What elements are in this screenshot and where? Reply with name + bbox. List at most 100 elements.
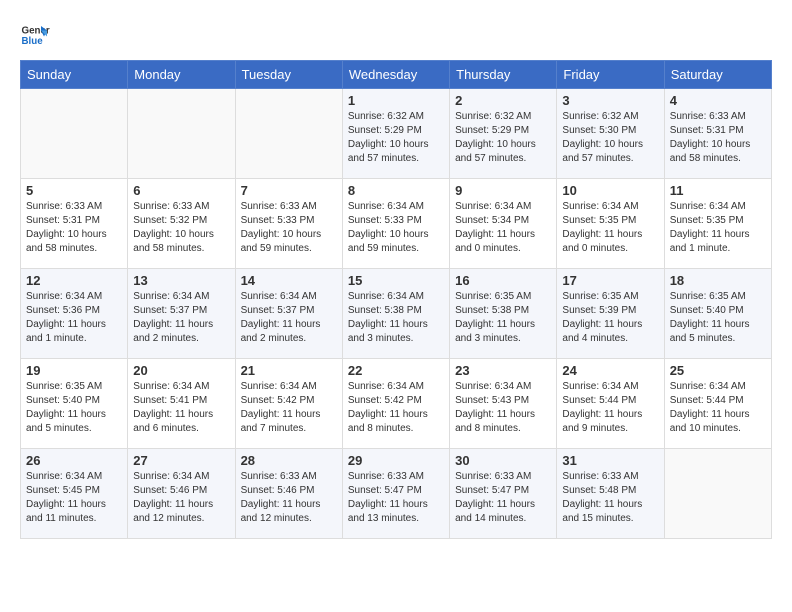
calendar-cell: 21 Sunrise: 6:34 AMSunset: 5:42 PMDayligh… (235, 359, 342, 449)
calendar-cell: 13Sunrise: 6:34 AMSunset: 5:37 PMDayligh… (128, 269, 235, 359)
cell-content: Sunrise: 6:34 AMSunset: 5:46 PMDaylight:… (133, 470, 229, 526)
day-number: 27 (133, 453, 229, 468)
cell-content: Sunrise: 6:34 AMSunset: 5:44 PMDaylight:… (670, 380, 766, 436)
day-number: 18 (670, 273, 766, 288)
day-number: 9 (455, 183, 551, 198)
calendar-cell: 6 Sunrise: 6:33 AMSunset: 5:32 PMDaylight… (128, 179, 235, 269)
day-number: 5 (26, 183, 122, 198)
day-number: 12 (26, 273, 122, 288)
header-sunday: Sunday (21, 61, 128, 89)
day-number: 3 (562, 93, 658, 108)
header-monday: Monday (128, 61, 235, 89)
day-number: 6 (133, 183, 229, 198)
header-friday: Friday (557, 61, 664, 89)
calendar-cell: 11Sunrise: 6:34 AMSunset: 5:35 PMDayligh… (664, 179, 771, 269)
header-thursday: Thursday (450, 61, 557, 89)
calendar-cell: 4 Sunrise: 6:33 AMSunset: 5:31 PMDaylight… (664, 89, 771, 179)
calendar-cell: 31 Sunrise: 6:33 AMSunset: 5:48 PMDayligh… (557, 449, 664, 539)
cell-content: Sunrise: 6:33 AMSunset: 5:32 PMDaylight:… (133, 200, 229, 256)
cell-content: Sunrise: 6:34 AMSunset: 5:34 PMDaylight:… (455, 200, 551, 256)
calendar-cell: 28Sunrise: 6:33 AMSunset: 5:46 PMDayligh… (235, 449, 342, 539)
calendar-cell: 16 Sunrise: 6:35 AMSunset: 5:38 PMDayligh… (450, 269, 557, 359)
day-number: 7 (241, 183, 337, 198)
day-number: 29 (348, 453, 444, 468)
calendar-cell: 15 Sunrise: 6:34 AMSunset: 5:38 PMDayligh… (342, 269, 449, 359)
header-saturday: Saturday (664, 61, 771, 89)
cell-content: Sunrise: 6:33 AMSunset: 5:46 PMDaylight:… (241, 470, 337, 526)
calendar-cell: 1 Sunrise: 6:32 AMSunset: 5:29 PMDaylight… (342, 89, 449, 179)
calendar-cell: 23 Sunrise: 6:34 AMSunset: 5:43 PMDayligh… (450, 359, 557, 449)
cell-content: Sunrise: 6:32 AMSunset: 5:29 PMDaylight:… (348, 110, 444, 166)
header-tuesday: Tuesday (235, 61, 342, 89)
calendar-week-3: 19Sunrise: 6:35 AMSunset: 5:40 PMDayligh… (21, 359, 772, 449)
calendar-cell: 12 Sunrise: 6:34 AMSunset: 5:36 PMDayligh… (21, 269, 128, 359)
cell-content: Sunrise: 6:34 AMSunset: 5:36 PMDaylight:… (26, 290, 122, 346)
calendar-cell: 5 Sunrise: 6:33 AMSunset: 5:31 PMDaylight… (21, 179, 128, 269)
calendar-cell: 9 Sunrise: 6:34 AMSunset: 5:34 PMDaylight… (450, 179, 557, 269)
calendar-cell (235, 89, 342, 179)
cell-content: Sunrise: 6:34 AMSunset: 5:35 PMDaylight:… (670, 200, 766, 256)
calendar-cell: 8 Sunrise: 6:34 AMSunset: 5:33 PMDaylight… (342, 179, 449, 269)
cell-content: Sunrise: 6:33 AMSunset: 5:31 PMDaylight:… (670, 110, 766, 166)
cell-content: Sunrise: 6:32 AMSunset: 5:30 PMDaylight:… (562, 110, 658, 166)
day-number: 10 (562, 183, 658, 198)
calendar-cell: 14Sunrise: 6:34 AMSunset: 5:37 PMDayligh… (235, 269, 342, 359)
day-number: 15 (348, 273, 444, 288)
cell-content: Sunrise: 6:34 AMSunset: 5:38 PMDaylight:… (348, 290, 444, 346)
cell-content: Sunrise: 6:33 AMSunset: 5:33 PMDaylight:… (241, 200, 337, 256)
cell-content: Sunrise: 6:35 AMSunset: 5:39 PMDaylight:… (562, 290, 658, 346)
calendar-week-2: 12 Sunrise: 6:34 AMSunset: 5:36 PMDayligh… (21, 269, 772, 359)
calendar-cell: 17 Sunrise: 6:35 AMSunset: 5:39 PMDayligh… (557, 269, 664, 359)
day-number: 16 (455, 273, 551, 288)
calendar-cell: 29 Sunrise: 6:33 AMSunset: 5:47 PMDayligh… (342, 449, 449, 539)
day-number: 23 (455, 363, 551, 378)
day-number: 17 (562, 273, 658, 288)
day-number: 22 (348, 363, 444, 378)
calendar-cell (128, 89, 235, 179)
calendar-cell: 20 Sunrise: 6:34 AMSunset: 5:41 PMDayligh… (128, 359, 235, 449)
day-number: 20 (133, 363, 229, 378)
day-number: 2 (455, 93, 551, 108)
cell-content: Sunrise: 6:34 AMSunset: 5:42 PMDaylight:… (241, 380, 337, 436)
calendar-table: SundayMondayTuesdayWednesdayThursdayFrid… (20, 60, 772, 539)
cell-content: Sunrise: 6:35 AMSunset: 5:40 PMDaylight:… (670, 290, 766, 346)
calendar-header-row: SundayMondayTuesdayWednesdayThursdayFrid… (21, 61, 772, 89)
calendar-cell: 22 Sunrise: 6:34 AMSunset: 5:42 PMDayligh… (342, 359, 449, 449)
day-number: 4 (670, 93, 766, 108)
cell-content: Sunrise: 6:34 AMSunset: 5:42 PMDaylight:… (348, 380, 444, 436)
day-number: 21 (241, 363, 337, 378)
calendar-cell: 3 Sunrise: 6:32 AMSunset: 5:30 PMDaylight… (557, 89, 664, 179)
header-wednesday: Wednesday (342, 61, 449, 89)
cell-content: Sunrise: 6:35 AMSunset: 5:38 PMDaylight:… (455, 290, 551, 346)
cell-content: Sunrise: 6:33 AMSunset: 5:47 PMDaylight:… (348, 470, 444, 526)
cell-content: Sunrise: 6:33 AMSunset: 5:48 PMDaylight:… (562, 470, 658, 526)
calendar-cell: 2 Sunrise: 6:32 AMSunset: 5:29 PMDaylight… (450, 89, 557, 179)
day-number: 8 (348, 183, 444, 198)
calendar-cell: 19Sunrise: 6:35 AMSunset: 5:40 PMDayligh… (21, 359, 128, 449)
day-number: 13 (133, 273, 229, 288)
cell-content: Sunrise: 6:33 AMSunset: 5:31 PMDaylight:… (26, 200, 122, 256)
day-number: 19 (26, 363, 122, 378)
svg-text:Blue: Blue (22, 36, 44, 47)
calendar-cell: 7 Sunrise: 6:33 AMSunset: 5:33 PMDaylight… (235, 179, 342, 269)
calendar-cell: 25 Sunrise: 6:34 AMSunset: 5:44 PMDayligh… (664, 359, 771, 449)
day-number: 26 (26, 453, 122, 468)
calendar-week-0: 1 Sunrise: 6:32 AMSunset: 5:29 PMDaylight… (21, 89, 772, 179)
cell-content: Sunrise: 6:34 AMSunset: 5:41 PMDaylight:… (133, 380, 229, 436)
calendar-week-4: 26Sunrise: 6:34 AMSunset: 5:45 PMDayligh… (21, 449, 772, 539)
calendar-cell: 30Sunrise: 6:33 AMSunset: 5:47 PMDayligh… (450, 449, 557, 539)
day-number: 31 (562, 453, 658, 468)
calendar-cell (21, 89, 128, 179)
calendar-cell: 24 Sunrise: 6:34 AMSunset: 5:44 PMDayligh… (557, 359, 664, 449)
day-number: 24 (562, 363, 658, 378)
cell-content: Sunrise: 6:34 AMSunset: 5:33 PMDaylight:… (348, 200, 444, 256)
cell-content: Sunrise: 6:34 AMSunset: 5:44 PMDaylight:… (562, 380, 658, 436)
day-number: 1 (348, 93, 444, 108)
cell-content: Sunrise: 6:34 AMSunset: 5:35 PMDaylight:… (562, 200, 658, 256)
day-number: 25 (670, 363, 766, 378)
cell-content: Sunrise: 6:33 AMSunset: 5:47 PMDaylight:… (455, 470, 551, 526)
cell-content: Sunrise: 6:32 AMSunset: 5:29 PMDaylight:… (455, 110, 551, 166)
cell-content: Sunrise: 6:34 AMSunset: 5:43 PMDaylight:… (455, 380, 551, 436)
logo-icon: General Blue (20, 20, 50, 50)
cell-content: Sunrise: 6:34 AMSunset: 5:37 PMDaylight:… (241, 290, 337, 346)
